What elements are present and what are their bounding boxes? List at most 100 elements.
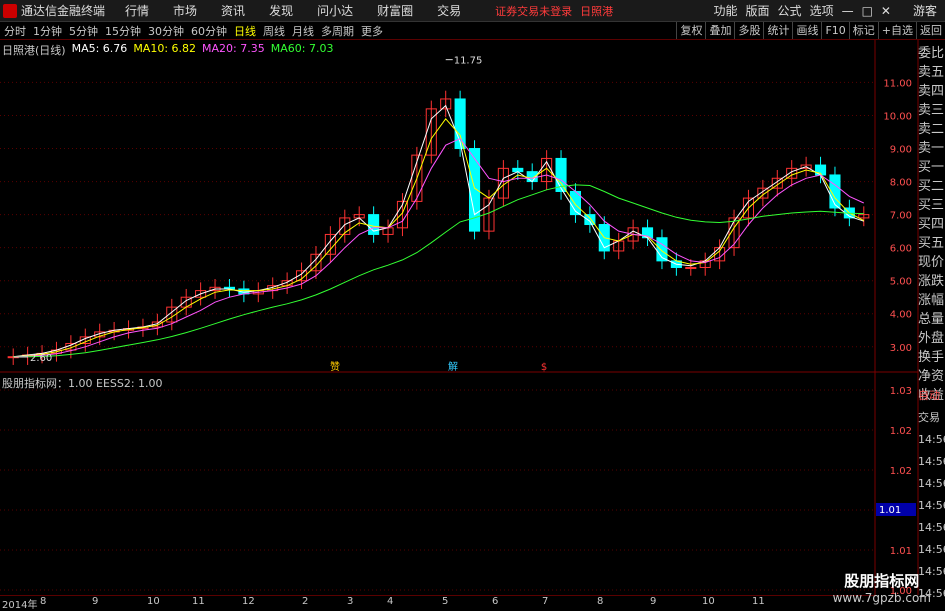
period-tab-9[interactable]: 多周期 <box>321 23 354 39</box>
candle-body-41 <box>598 224 610 252</box>
candle-body-24 <box>353 214 365 219</box>
tool-button-6[interactable]: 标记 <box>848 22 878 39</box>
login-notice[interactable]: 证券交易未登录 <box>495 3 572 19</box>
sidebar-label-9: 买四 <box>918 217 945 232</box>
period-tab-4[interactable]: 30分钟 <box>148 23 184 39</box>
ind-current-value: 1.01 <box>879 505 901 516</box>
candlestick-chart[interactable]: 11.00 10.00 9.00 8.00 7.00 6.00 5.00 4.00 3.00 11… <box>0 0 945 609</box>
x-tick-14: 10 <box>702 596 715 607</box>
y-tick-1: 10.00 <box>883 111 912 122</box>
ma5-value: MA5: 6.76 <box>71 42 128 55</box>
candle-body-23 <box>339 217 351 235</box>
tool-button-7[interactable]: +自选 <box>877 22 916 39</box>
period-tab-7[interactable]: 周线 <box>263 23 285 39</box>
candle-body-13 <box>195 290 207 298</box>
candle-body-35 <box>512 167 524 173</box>
ind-tick-2: 1.02 <box>890 466 912 477</box>
trade-row-3[interactable]: 14:56 <box>918 451 945 473</box>
event-marker-2: $ <box>541 362 547 373</box>
sidebar-label-15: 外盘 <box>918 331 945 346</box>
candle-body-14 <box>209 286 221 292</box>
menu-item-news[interactable]: 资讯 <box>221 2 245 19</box>
trade-row-5[interactable]: 14:56 <box>918 495 945 517</box>
period-tab-8[interactable]: 月线 <box>292 23 314 39</box>
period-tabs: 分时 1分钟 5分钟 15分钟 30分钟 60分钟 日线 周线 月线 多周期 更多 <box>4 23 390 39</box>
menu-item-discover[interactable]: 发现 <box>269 2 293 19</box>
candle-body-8 <box>122 328 135 331</box>
menu-item-trade[interactable]: 交易 <box>437 2 461 19</box>
candle-body-19 <box>281 280 293 287</box>
menu-item-quotes[interactable]: 行情 <box>125 2 149 19</box>
candle-body-38 <box>555 157 567 192</box>
close-icon[interactable]: ✕ <box>881 4 891 18</box>
x-tick-10: 6 <box>492 596 499 607</box>
period-tab-1[interactable]: 1分钟 <box>33 23 62 39</box>
menu-item-assistant[interactable]: 问小达 <box>317 2 353 19</box>
period-tab-5[interactable]: 60分钟 <box>191 23 227 39</box>
y-tick-2: 9.00 <box>890 145 912 156</box>
candle-body-18 <box>267 285 279 292</box>
trade-row-6[interactable]: 14:56 <box>918 517 945 539</box>
x-axis: 2014年 8 9 10 11 12 2 3 4 5 6 7 8 9 10 11 <box>0 595 875 611</box>
sidebar-label-0: 委比 <box>918 46 945 61</box>
x-tick-2: 9 <box>92 596 99 607</box>
event-marker-1: 解 <box>448 360 458 373</box>
tool-button-0[interactable]: 复权 <box>676 22 705 39</box>
sidebar-label-10: 买五 <box>918 236 945 251</box>
stock-name-title: 日照港 <box>580 4 614 18</box>
y-tick-5: 6.00 <box>890 244 912 255</box>
period-tab-6[interactable]: 日线 <box>234 23 256 39</box>
menu-item-options[interactable]: 选项 <box>810 2 834 19</box>
period-tab-2[interactable]: 5分钟 <box>69 23 98 39</box>
tool-button-3[interactable]: 统计 <box>763 22 792 39</box>
candle-body-21 <box>310 253 322 272</box>
app-name: 通达信金融终端 <box>21 4 106 18</box>
trade-row-7[interactable]: 14:56 <box>918 539 945 561</box>
candle-body-44 <box>641 227 654 239</box>
tool-button-8[interactable]: 返回 <box>916 22 945 39</box>
quote-sidebar: 委比 卖五 卖四 卖三 卖二 卖一 买一 买二 买三 买四 买五 现价 涨跌 涨幅 总量 外盘 换手 净资 收益 <box>918 44 945 403</box>
candle-body-6 <box>94 331 106 338</box>
y-tick-4: 7.00 <box>890 211 912 222</box>
period-tab-0[interactable]: 分时 <box>4 23 26 39</box>
candle-body-31 <box>454 98 466 150</box>
minimize-icon[interactable]: — <box>842 4 854 18</box>
x-tick-13: 9 <box>650 596 657 607</box>
x-tick-12: 8 <box>597 596 604 607</box>
tool-button-1[interactable]: 叠加 <box>705 22 734 39</box>
menu-item-function[interactable]: 功能 <box>714 2 738 19</box>
tool-button-5[interactable]: F10 <box>821 22 848 39</box>
candle-body-46 <box>670 260 682 268</box>
candle-body-42 <box>613 240 625 252</box>
y-tick-0: 11.00 <box>883 78 912 89</box>
candle-body-34 <box>497 167 509 199</box>
menu-item-layout[interactable]: 版面 <box>746 2 770 19</box>
trade-row-0[interactable]: 自动 <box>918 385 945 407</box>
trade-row-4[interactable]: 14:56 <box>918 473 945 495</box>
x-tick-4: 11 <box>192 596 205 607</box>
candle-body-30 <box>440 98 452 110</box>
period-tab-10[interactable]: 更多 <box>361 23 383 39</box>
candle-body-55 <box>800 164 812 169</box>
trade-row-1[interactable]: 交易 <box>918 407 945 429</box>
app-logo-icon <box>3 3 17 18</box>
candle-body-32 <box>468 148 481 232</box>
candle-body-36 <box>526 171 538 183</box>
maximize-icon[interactable]: □ <box>862 4 873 18</box>
candle-body-28 <box>411 154 423 202</box>
tool-button-4[interactable]: 画线 <box>792 22 821 39</box>
guest-label[interactable]: 游客 <box>913 2 937 19</box>
tool-button-2[interactable]: 多股 <box>734 22 763 39</box>
menu-item-community[interactable]: 财富圈 <box>377 2 413 19</box>
watermark: 股朋指标网 www.7gpzb.com <box>833 570 931 605</box>
sidebar-label-1: 卖五 <box>918 65 945 80</box>
event-marker-0: 赞 <box>330 360 340 373</box>
candle-body-10 <box>151 321 163 328</box>
menu-item-market[interactable]: 市场 <box>173 2 197 19</box>
candle-body-51 <box>742 197 755 219</box>
ind-tick-3: 1.01 <box>890 506 912 517</box>
trade-row-2[interactable]: 14:56 <box>918 429 945 451</box>
period-tab-3[interactable]: 15分钟 <box>105 23 141 39</box>
menu-item-formula[interactable]: 公式 <box>778 2 802 19</box>
candle-body-43 <box>627 227 639 242</box>
